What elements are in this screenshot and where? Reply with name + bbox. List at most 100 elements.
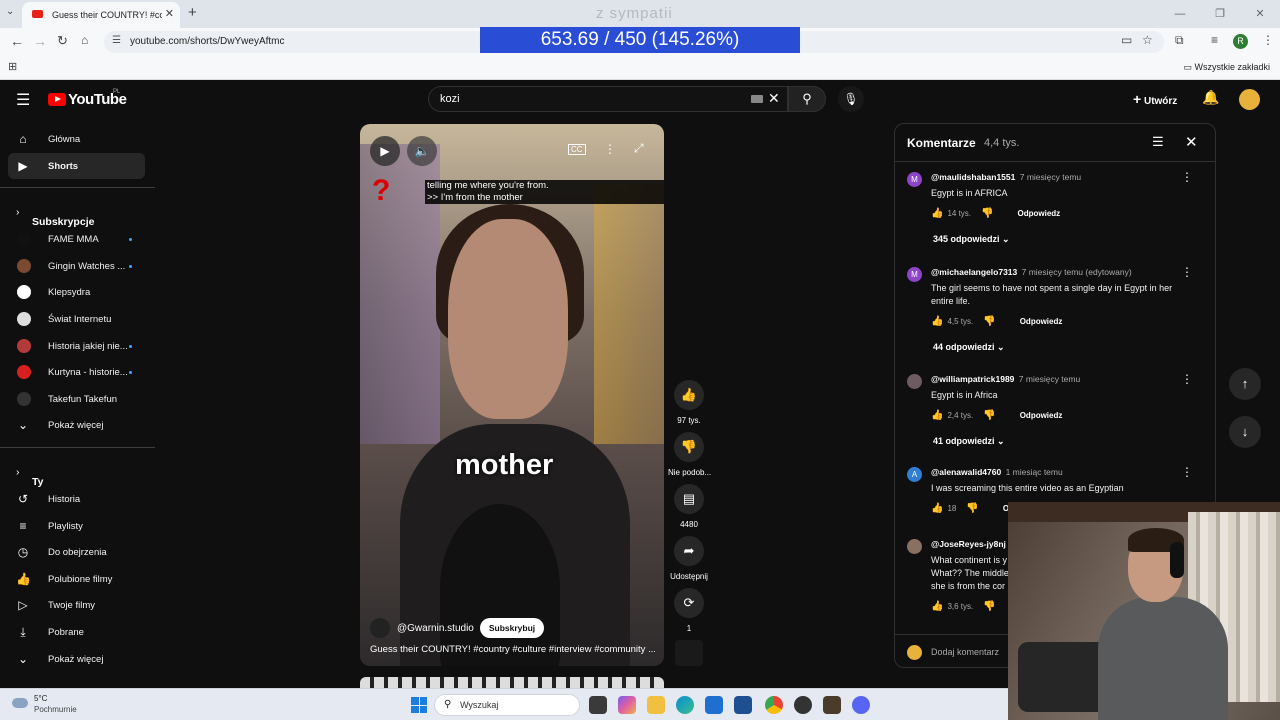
thumbs-up-icon[interactable]: 👍 bbox=[931, 208, 943, 219]
show-more-you[interactable]: ⌄ Pokaż więcej bbox=[0, 646, 155, 673]
comment-options-icon[interactable]: ⋮ bbox=[1181, 170, 1193, 184]
sidebar-item-video[interactable]: ▷ Twoje filmy bbox=[0, 592, 155, 619]
menu-hamburger-icon[interactable]: ☰ bbox=[16, 90, 30, 110]
more-options-icon[interactable]: ⋮ bbox=[604, 142, 616, 156]
back-icon[interactable]: ← bbox=[10, 33, 24, 49]
thumbs-down-icon[interactable]: 👎 bbox=[983, 601, 995, 612]
view-replies-button[interactable]: 41 odpowiedzi ⌄ bbox=[933, 436, 1005, 447]
sidebar-item-home[interactable]: ⌂ Główna bbox=[0, 126, 155, 153]
remix-action[interactable]: ⟳ 1 bbox=[668, 588, 710, 640]
home-button-icon[interactable]: ⌂ bbox=[81, 33, 88, 47]
reply-button[interactable]: Odpowiedz bbox=[1020, 317, 1063, 326]
apps-grid-icon[interactable]: ⊞ bbox=[8, 60, 17, 73]
thumbs-down-icon[interactable]: 👎 bbox=[674, 432, 704, 462]
remix-icon[interactable]: ⟳ bbox=[674, 588, 704, 618]
thumbs-up-icon[interactable]: 👍 bbox=[931, 503, 943, 514]
sort-icon[interactable]: ☰ bbox=[1152, 134, 1164, 150]
search-input[interactable]: kozi ✕ bbox=[428, 86, 788, 112]
sidebar-item-channel[interactable]: Takefun Takefun bbox=[0, 386, 155, 413]
forward-icon[interactable]: → bbox=[33, 33, 47, 49]
close-window-icon[interactable]: ✕ bbox=[1240, 0, 1280, 28]
video-title[interactable]: Guess their COUNTRY! #country #culture #… bbox=[370, 644, 655, 655]
show-more-subscriptions[interactable]: ⌄ Pokaż więcej bbox=[0, 412, 155, 439]
minimize-icon[interactable]: — bbox=[1160, 0, 1200, 28]
edge-icon[interactable] bbox=[676, 696, 694, 714]
sidebar-item-channel[interactable]: Kurtyna - historie... bbox=[0, 359, 155, 386]
reply-button[interactable]: Odpowiedz bbox=[1020, 411, 1063, 420]
commenter-avatar[interactable] bbox=[907, 374, 922, 389]
sidebar-item-download[interactable]: ⤓ Pobrane bbox=[0, 619, 155, 646]
thumbs-up-icon[interactable]: 👍 bbox=[931, 316, 943, 327]
site-info-icon[interactable]: ☰ bbox=[112, 35, 121, 46]
close-comments-icon[interactable]: ✕ bbox=[1185, 133, 1198, 151]
comment-author[interactable]: @maulidshaban1551 7 miesięcy temu bbox=[931, 172, 1081, 182]
reply-button[interactable]: Odpowiedz bbox=[1017, 209, 1060, 218]
bookmark-star-icon[interactable]: ☆ bbox=[1142, 33, 1153, 47]
sidebar-item-channel[interactable]: Historia jakiej nie... bbox=[0, 333, 155, 360]
tab-list-icon[interactable]: ⌄ bbox=[6, 6, 14, 17]
account-avatar[interactable] bbox=[1239, 89, 1260, 110]
comment-options-icon[interactable]: ⋮ bbox=[1181, 372, 1193, 386]
comment-author[interactable]: @williampatrick1989 7 miesięcy temu bbox=[931, 374, 1080, 384]
chrome-icon[interactable] bbox=[765, 696, 783, 714]
sidebar-item-clock[interactable]: ◷ Do obejrzenia bbox=[0, 539, 155, 566]
like-action[interactable]: 👍 97 tys. bbox=[668, 380, 710, 432]
thumbs-down-icon[interactable]: 👎 bbox=[983, 316, 995, 327]
share-icon[interactable]: ➦ bbox=[674, 536, 704, 566]
app-icon[interactable] bbox=[823, 696, 841, 714]
create-button[interactable]: + Utwórz bbox=[1133, 91, 1177, 107]
sidebar-item-thumbs-up[interactable]: 👍 Polubione filmy bbox=[0, 566, 155, 593]
file-explorer-icon[interactable] bbox=[647, 696, 665, 714]
restore-icon[interactable]: ❐ bbox=[1200, 0, 1240, 28]
channel-name[interactable]: @Gwarnin.studio bbox=[397, 623, 474, 634]
new-tab-icon[interactable]: + bbox=[188, 4, 197, 21]
comment-author[interactable]: @JoseReyes-jy8nj 7 bbox=[931, 539, 1015, 549]
thumbs-up-icon[interactable]: 👍 bbox=[931, 410, 943, 421]
store-icon[interactable] bbox=[734, 696, 752, 714]
play-button[interactable]: ▶ bbox=[370, 136, 400, 166]
thumbs-up-icon[interactable]: 👍 bbox=[931, 601, 943, 612]
start-button[interactable] bbox=[411, 697, 427, 713]
commenter-avatar[interactable]: A bbox=[907, 467, 922, 482]
outlook-icon[interactable] bbox=[705, 696, 723, 714]
voice-search-button[interactable]: 🎙 bbox=[838, 86, 864, 112]
task-view-icon[interactable] bbox=[589, 696, 607, 714]
thumbs-up-icon[interactable]: 👍 bbox=[674, 380, 704, 410]
sidebar-item-channel[interactable]: Świat Internetu bbox=[0, 306, 155, 333]
obs-icon[interactable] bbox=[794, 696, 812, 714]
commenter-avatar[interactable] bbox=[907, 539, 922, 554]
profile-avatar[interactable]: R bbox=[1233, 34, 1248, 49]
sidebar-item-history[interactable]: ↺ Historia bbox=[0, 486, 155, 513]
you-header[interactable]: Ty › bbox=[0, 456, 155, 488]
copilot-icon[interactable] bbox=[618, 696, 636, 714]
comment-options-icon[interactable]: ⋮ bbox=[1181, 465, 1193, 479]
dislike-action[interactable]: 👎 Nie podob... bbox=[668, 432, 711, 484]
thumbs-down-icon[interactable]: 👎 bbox=[966, 503, 978, 514]
sound-channel-logo[interactable] bbox=[675, 640, 703, 666]
sidebar-item-channel[interactable]: Klepsydra bbox=[0, 279, 155, 306]
close-tab-icon[interactable]: ✕ bbox=[165, 7, 174, 20]
previous-short-button[interactable]: ↑ bbox=[1229, 368, 1261, 400]
notifications-bell-icon[interactable]: 🔔 bbox=[1202, 89, 1219, 106]
shorts-video-player[interactable]: ▶ 🔈 CC ⋮ ⤢ ? telling me where you're fro… bbox=[360, 124, 664, 666]
commenter-avatar[interactable]: M bbox=[907, 172, 922, 187]
subscriptions-header[interactable]: Subskrypcje › bbox=[0, 196, 155, 228]
sidebar-item-shorts[interactable]: ▶ Shorts bbox=[8, 152, 145, 180]
taskbar-search[interactable]: ⚲ Wyszukaj bbox=[434, 694, 580, 716]
discord-icon[interactable] bbox=[852, 696, 870, 714]
clear-search-icon[interactable]: ✕ bbox=[768, 90, 780, 107]
comment-icon[interactable]: ▤ bbox=[674, 484, 704, 514]
keyboard-icon[interactable] bbox=[751, 95, 763, 103]
sidebar-item-playlist[interactable]: ≡ Playlisty bbox=[0, 513, 155, 540]
comment-author[interactable]: @michaelangelo7313 7 miesięcy temu (edyt… bbox=[931, 267, 1132, 277]
youtube-logo[interactable]: YouTube PL bbox=[48, 89, 127, 108]
thumbs-down-icon[interactable]: 👎 bbox=[983, 410, 995, 421]
channel-avatar[interactable] bbox=[370, 618, 390, 638]
extensions-icon[interactable]: ⧉ bbox=[1175, 33, 1184, 48]
cast-icon[interactable]: ▭ bbox=[1121, 33, 1132, 47]
sidebar-item-channel[interactable]: Gingin Watches ... bbox=[0, 253, 155, 280]
comment-author[interactable]: @alenawalid4760 1 miesiąc temu bbox=[931, 467, 1063, 477]
commenter-avatar[interactable]: M bbox=[907, 267, 922, 282]
captions-button[interactable]: CC bbox=[568, 144, 586, 155]
share-action[interactable]: ➦ Udostępnij bbox=[668, 536, 710, 588]
